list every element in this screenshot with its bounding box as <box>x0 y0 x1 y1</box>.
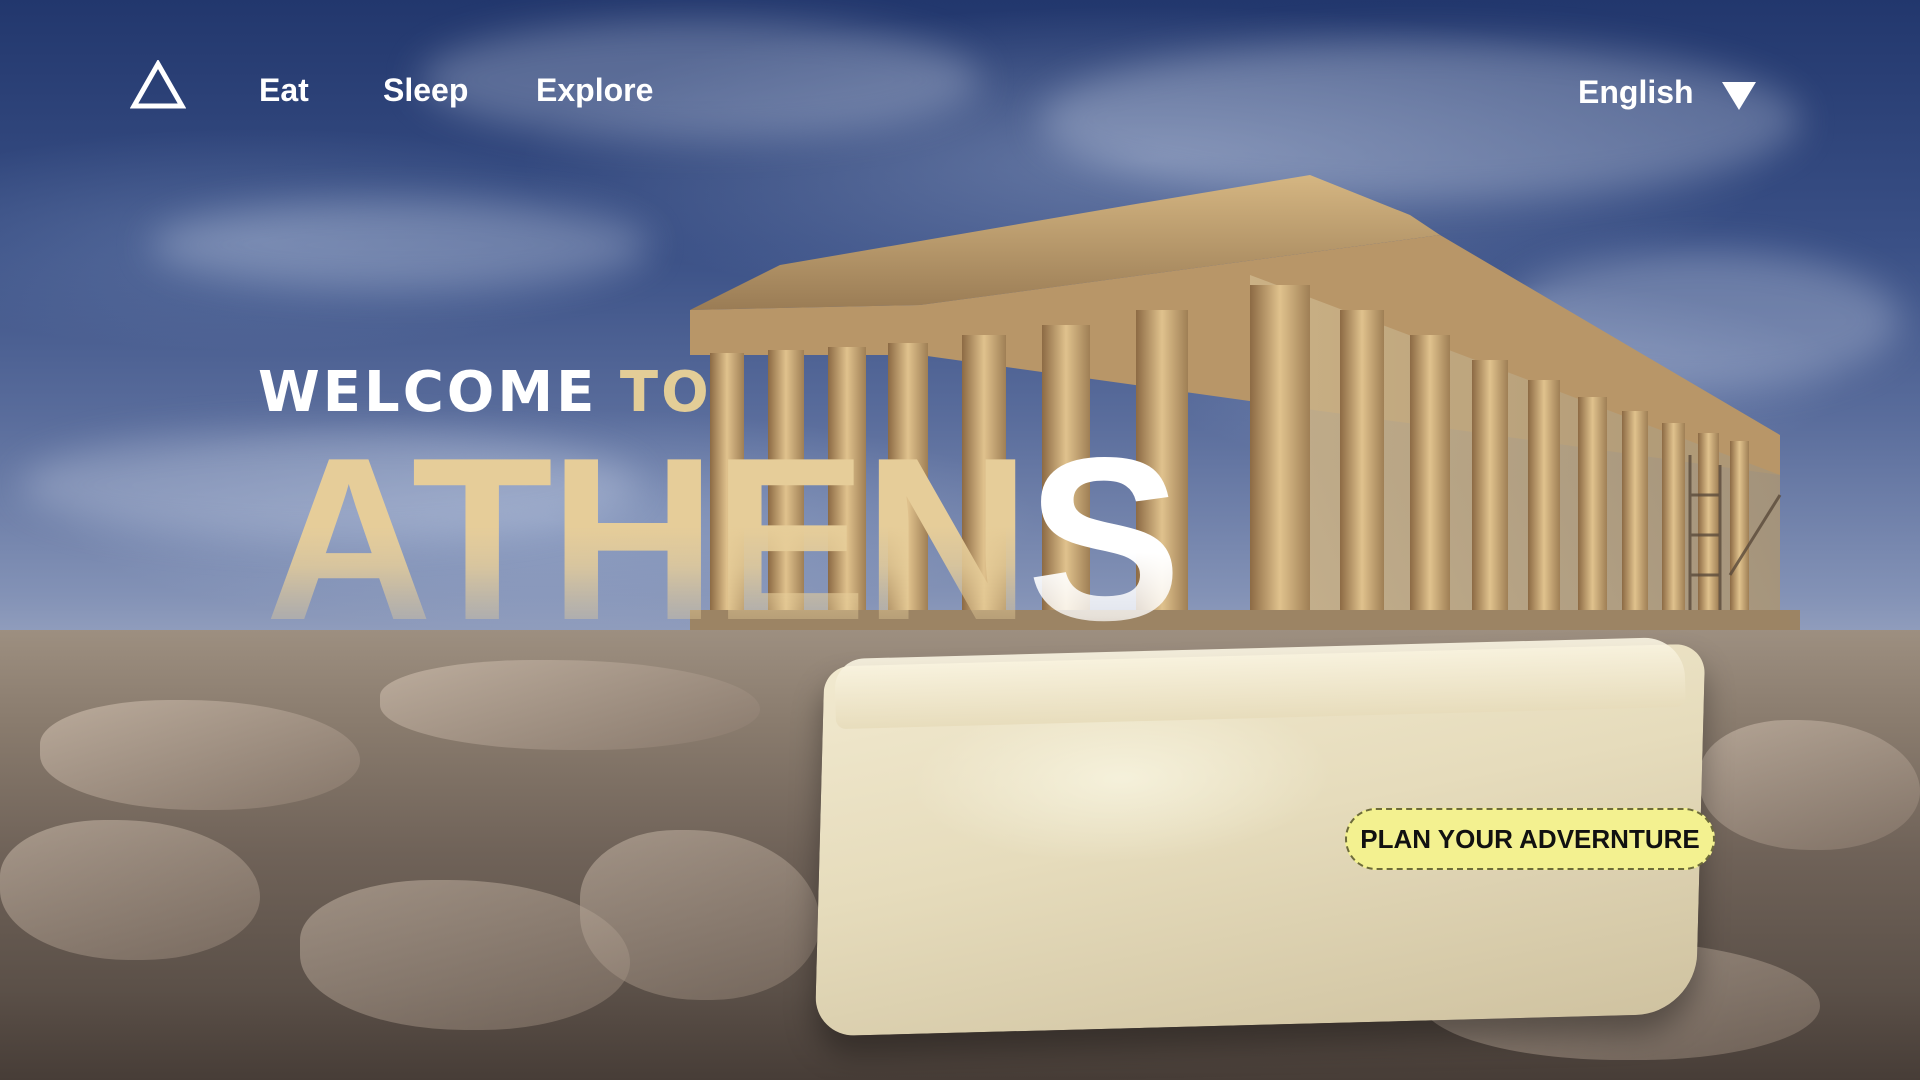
hero-stage: Eat Sleep Explore English WELCOME TO ATH… <box>0 0 1920 1080</box>
plan-adventure-button[interactable]: PLAN YOUR ADVERNTURE <box>1345 808 1715 870</box>
city-title: ATHENS <box>265 424 1182 656</box>
triangle-logo-icon[interactable] <box>130 60 186 110</box>
cloud <box>150 200 650 290</box>
language-selector[interactable]: English <box>1578 72 1756 112</box>
nav-link-eat[interactable]: Eat <box>259 70 309 110</box>
city-title-main: ATHEN <box>265 410 1031 669</box>
plan-adventure-label: PLAN YOUR ADVERNTURE <box>1360 823 1700 854</box>
cloud <box>420 20 980 140</box>
language-label: English <box>1578 74 1694 110</box>
city-title-last-letter: S <box>1026 410 1182 669</box>
nav-link-explore[interactable]: Explore <box>536 70 653 110</box>
caret-down-icon <box>1721 82 1756 110</box>
nav-link-sleep[interactable]: Sleep <box>383 70 468 110</box>
